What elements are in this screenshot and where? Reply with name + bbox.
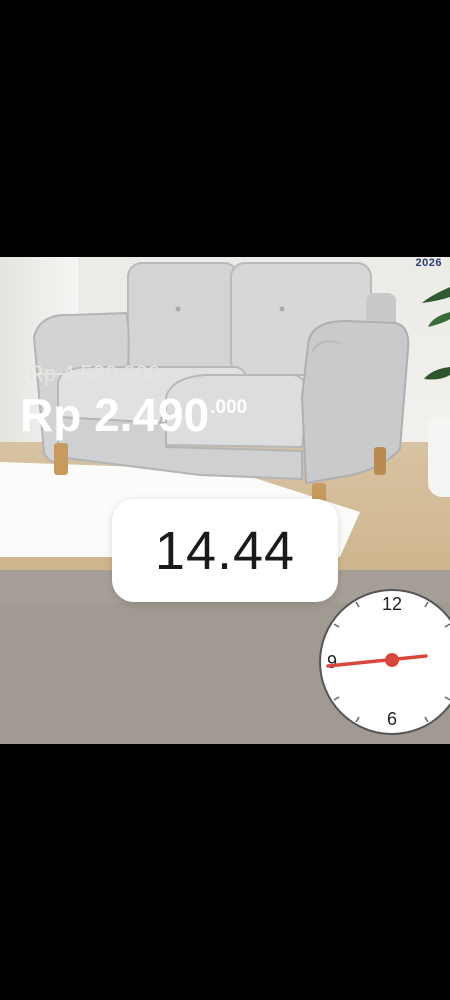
old-price: Rp 4.580.000 xyxy=(28,361,161,386)
bottom-black-area xyxy=(0,744,450,1000)
clock-label-12: 12 xyxy=(382,594,402,614)
new-price-sup: .000 xyxy=(210,397,248,418)
plant-pot xyxy=(428,417,450,497)
clock-label-9: 9 xyxy=(327,652,337,672)
time-overlay-text: 14.44 xyxy=(154,520,296,581)
time-overlay-pill: 14.44 xyxy=(112,499,338,602)
clock-label-6: 6 xyxy=(387,709,397,729)
new-price-main: Rp 2.490 xyxy=(20,389,210,441)
clock-icon: 12 9 6 xyxy=(319,589,450,735)
top-black-area xyxy=(0,0,450,257)
new-price: Rp 2.490.000 xyxy=(20,392,247,438)
clock-center xyxy=(385,653,399,667)
